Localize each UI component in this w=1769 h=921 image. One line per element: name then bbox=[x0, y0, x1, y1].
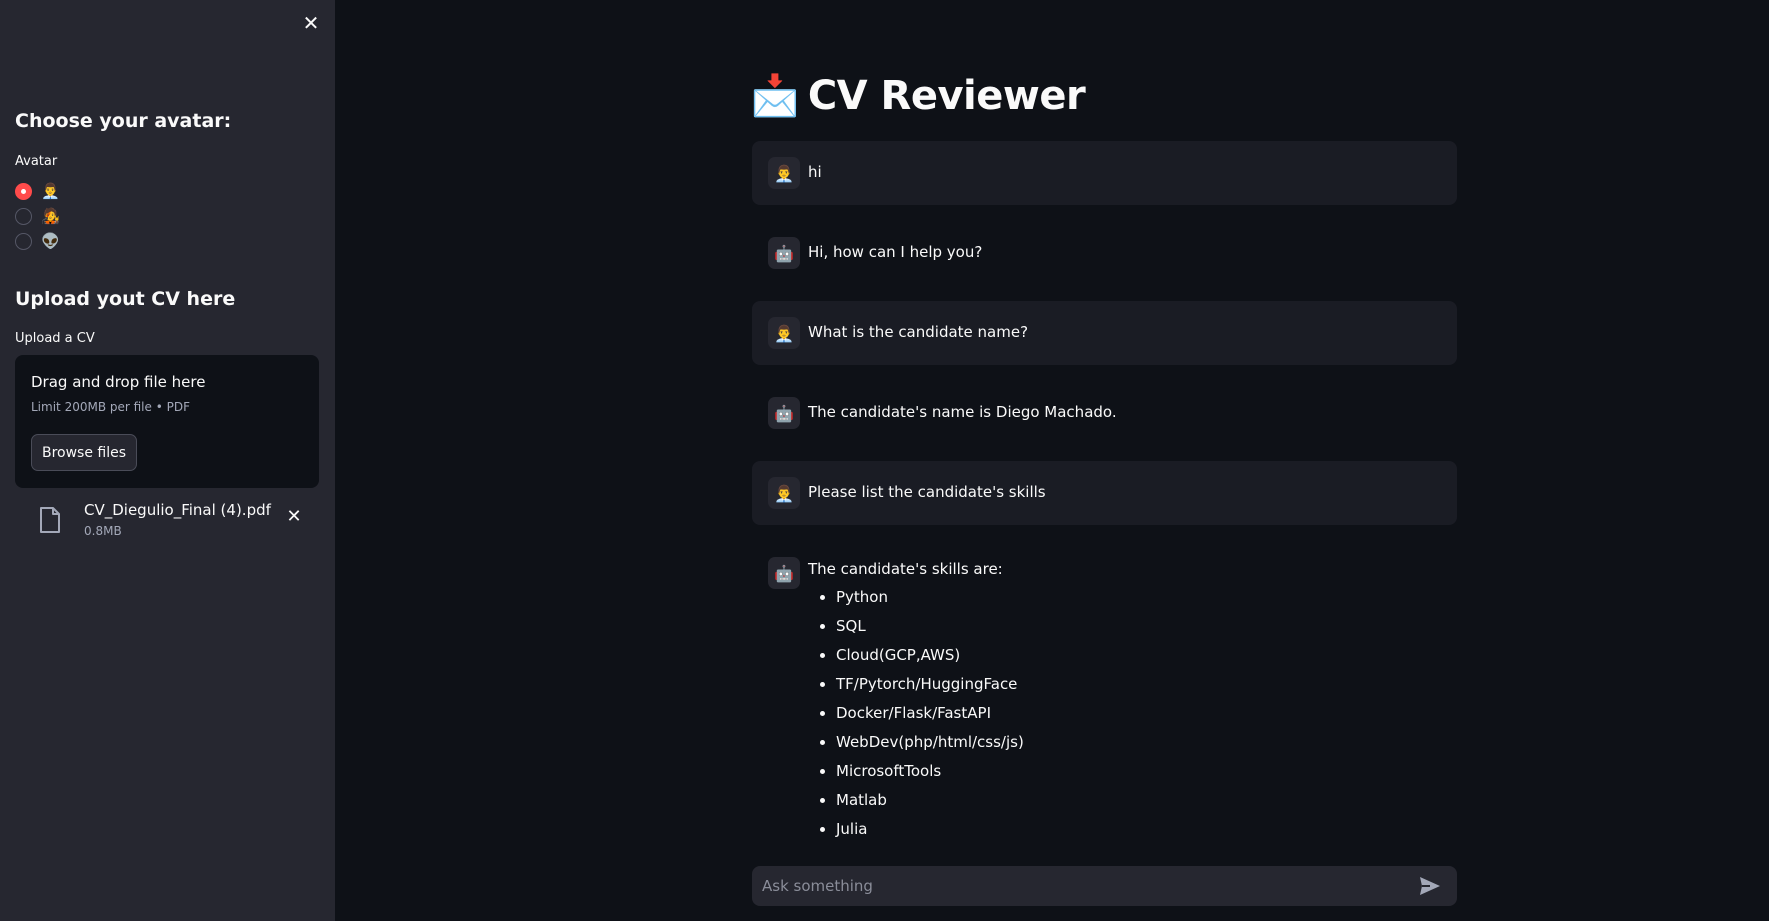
chat-message-user: 👨‍💼 hi bbox=[752, 141, 1457, 205]
avatar-heading: Choose your avatar: bbox=[15, 110, 232, 132]
browse-files-button[interactable]: Browse files bbox=[31, 434, 137, 471]
list-item: Matlab bbox=[836, 786, 1024, 815]
avatar-option-3[interactable]: 👽 bbox=[15, 231, 60, 251]
message-text: hi bbox=[808, 163, 822, 181]
chat-message-user: 👨‍💼 Please list the candidate's skills bbox=[752, 461, 1457, 525]
assistant-avatar: 🤖 bbox=[768, 237, 800, 269]
user-avatar: 👨‍💼 bbox=[768, 157, 800, 189]
assistant-avatar: 🤖 bbox=[768, 397, 800, 429]
radio-button[interactable] bbox=[15, 207, 32, 225]
radio-button-selected[interactable] bbox=[15, 182, 32, 200]
avatar-emoji: 👽 bbox=[41, 232, 60, 250]
message-text: The candidate's skills are: bbox=[808, 560, 1003, 578]
uploaded-file: CV_Diegulio_Final (4).pdf 0.8MB ✕ bbox=[15, 495, 319, 545]
message-text: Hi, how can I help you? bbox=[808, 243, 983, 261]
file-dropzone[interactable]: Drag and drop file here Limit 200MB per … bbox=[15, 355, 319, 488]
file-name: CV_Diegulio_Final (4).pdf bbox=[84, 501, 271, 519]
chat-input-container bbox=[752, 866, 1457, 906]
file-icon bbox=[40, 507, 60, 533]
remove-file-icon[interactable]: ✕ bbox=[284, 505, 304, 529]
chat-message-assistant: 🤖 The candidate's skills are: Python SQL… bbox=[752, 541, 1457, 861]
skills-list: Python SQL Cloud(GCP,AWS) TF/Pytorch/Hug… bbox=[808, 583, 1024, 844]
message-text: The candidate's name is Diego Machado. bbox=[808, 403, 1117, 421]
avatar-emoji: 🧑‍🎤 bbox=[41, 207, 60, 225]
list-item: Docker/Flask/FastAPI bbox=[836, 699, 1024, 728]
file-size: 0.8MB bbox=[84, 524, 122, 538]
avatar-emoji: 👨‍💼 bbox=[41, 182, 60, 200]
sidebar: ✕ Choose your avatar: Avatar 👨‍💼 🧑‍🎤 👽 U… bbox=[0, 0, 335, 921]
message-text: What is the candidate name? bbox=[808, 323, 1029, 341]
message-text: Please list the candidate's skills bbox=[808, 483, 1046, 501]
dropzone-subtitle: Limit 200MB per file • PDF bbox=[31, 400, 190, 414]
envelope-icon: 📩 bbox=[750, 73, 800, 119]
avatar-option-2[interactable]: 🧑‍🎤 bbox=[15, 206, 60, 226]
list-item: WebDev(php/html/css/js) bbox=[836, 728, 1024, 757]
close-sidebar-icon[interactable]: ✕ bbox=[301, 11, 321, 35]
upload-label: Upload a CV bbox=[15, 331, 95, 346]
list-item: Python bbox=[836, 583, 1024, 612]
upload-heading: Upload yout CV here bbox=[15, 288, 236, 310]
chat-message-assistant: 🤖 The candidate's name is Diego Machado. bbox=[752, 381, 1457, 445]
chat-message-user: 👨‍💼 What is the candidate name? bbox=[752, 301, 1457, 365]
user-avatar: 👨‍💼 bbox=[768, 477, 800, 509]
avatar-label: Avatar bbox=[15, 154, 58, 169]
list-item: Julia bbox=[836, 815, 1024, 844]
list-item: TF/Pytorch/HuggingFace bbox=[836, 670, 1024, 699]
chat-input[interactable] bbox=[760, 866, 1400, 906]
send-icon[interactable] bbox=[1418, 875, 1442, 897]
page-title: 📩 CV Reviewer bbox=[750, 70, 1086, 122]
avatar-option-1[interactable]: 👨‍💼 bbox=[15, 181, 60, 201]
assistant-avatar: 🤖 bbox=[768, 557, 800, 589]
list-item: MicrosoftTools bbox=[836, 757, 1024, 786]
title-text: CV Reviewer bbox=[807, 73, 1086, 119]
radio-button[interactable] bbox=[15, 232, 32, 250]
dropzone-title: Drag and drop file here bbox=[31, 373, 206, 391]
list-item: Cloud(GCP,AWS) bbox=[836, 641, 1024, 670]
user-avatar: 👨‍💼 bbox=[768, 317, 800, 349]
chat-message-assistant: 🤖 Hi, how can I help you? bbox=[752, 221, 1457, 285]
list-item: SQL bbox=[836, 612, 1024, 641]
